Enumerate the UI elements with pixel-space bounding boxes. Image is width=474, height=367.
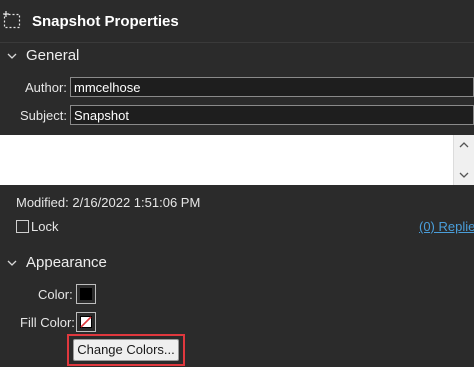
scroll-up-arrow-icon[interactable] [459,141,469,149]
author-field[interactable]: mmcelhose [70,77,474,97]
dashed-rectangle-snapshot-icon [3,11,21,29]
modified-timestamp: Modified: 2/16/2022 1:51:06 PM [16,195,201,210]
no-fill-icon [80,316,92,328]
scroll-down-arrow-icon[interactable] [459,171,469,179]
lock-checkbox[interactable] [16,220,29,233]
appearance-section-label: Appearance [26,254,107,271]
fill-color-label: Fill Color: [20,315,75,330]
panel-header: Snapshot Properties [0,0,474,43]
color-label: Color: [38,287,73,302]
panel-title: Snapshot Properties [32,13,179,30]
subject-field[interactable]: Snapshot [70,105,474,125]
subject-label: Subject: [20,108,67,123]
general-section-header[interactable]: General [0,44,474,68]
color-swatch-fill [80,288,92,300]
comment-scrollbar[interactable] [453,135,474,185]
comment-textarea[interactable] [0,135,474,185]
general-section-label: General [26,47,80,64]
author-label: Author: [25,80,67,95]
color-swatch[interactable] [76,284,96,304]
lock-label[interactable]: Lock [31,219,58,234]
fill-color-swatch[interactable] [76,312,96,332]
appearance-section-header[interactable]: Appearance [0,251,474,275]
chevron-down-icon [7,53,17,59]
replies-link[interactable]: (0) Replies [419,219,474,234]
change-colors-button[interactable]: Change Colors... [73,339,179,361]
snapshot-properties-panel: Snapshot Properties General Author: mmce… [0,0,474,367]
chevron-down-icon [7,260,17,266]
